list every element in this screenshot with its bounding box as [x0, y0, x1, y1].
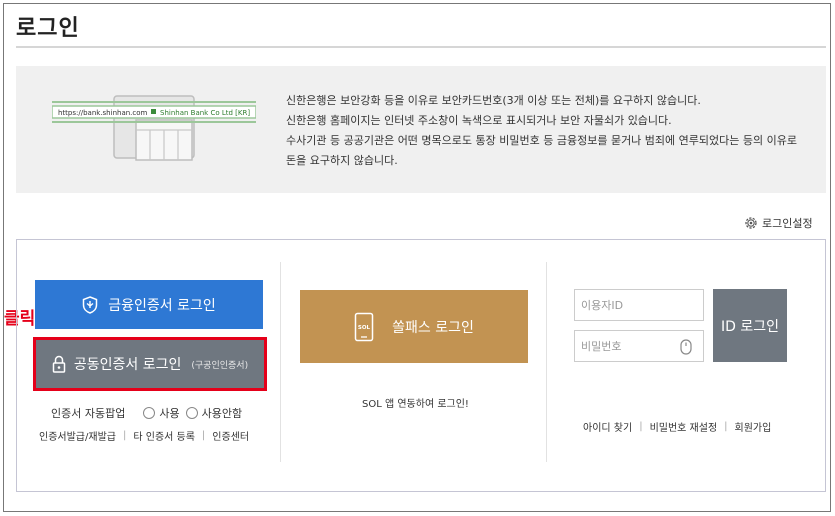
popup-unused-label: 사용안함 [201, 407, 243, 420]
smartphone-icon: SOL [354, 312, 374, 341]
financial-cert-login-button[interactable]: 금융인증서 로그인 [35, 280, 263, 329]
shield-icon [83, 295, 98, 314]
radio-circle-icon [143, 407, 156, 419]
link-separator: | [724, 421, 728, 432]
password-input[interactable]: 비밀번호 [574, 330, 704, 362]
page-title: 로그인 [16, 16, 80, 41]
login-settings-label: 로그인설정 [762, 217, 813, 230]
cert-issue-link[interactable]: 인증서발급/재발급 [39, 428, 116, 443]
login-settings-link[interactable]: 로그인설정 [744, 215, 813, 231]
password-placeholder: 비밀번호 [581, 340, 622, 353]
notice-line: 신한은행 홈페이지는 인터넷 주소창이 녹색으로 표시되거나 보안 자물쇠가 있… [286, 114, 672, 127]
cert-auto-popup-label: 인증서 자동팝업 [51, 407, 126, 420]
sol-icon-text: SOL [358, 325, 371, 331]
popup-use-label: 사용 [159, 407, 180, 420]
link-separator: | [122, 430, 127, 441]
sign-up-link[interactable]: 회원가입 [735, 419, 772, 434]
notice-line: 신한은행은 보안강화 등을 이유로 보안카드번호(3개 이상 또는 전체)를 요… [286, 94, 701, 107]
joint-cert-login-label: 공동인증서 로그인 [73, 357, 182, 373]
login-panel: 금융인증서 로그인 공동인증서 로그인 (구공인인증서) 인증서 자동팝업 사용… [16, 239, 826, 492]
popup-unused-radio[interactable]: 사용안함 [185, 405, 243, 421]
joint-cert-login-button[interactable]: 공동인증서 로그인 (구공인인증서) [33, 337, 267, 391]
cert-center-link[interactable]: 인증센터 [212, 428, 249, 443]
radio-circle-icon [185, 407, 198, 419]
sol-caption: SOL 앱 연동하여 로그인! [362, 399, 469, 410]
security-notice: https://bank.shinhan.com Shinhan Bank Co… [16, 66, 826, 193]
popup-use-radio[interactable]: 사용 [143, 405, 180, 421]
joint-cert-sub-label: (구공인인증서) [191, 360, 249, 371]
browser-cert-text: Shinhan Bank Co Ltd [KR] [160, 109, 250, 117]
id-login-button[interactable]: ID 로그인 [713, 289, 787, 362]
cert-auto-popup: 인증서 자동팝업 사용 사용안함 [51, 405, 242, 421]
user-id-input[interactable]: 이용자ID [574, 289, 704, 321]
browser-url-text: https://bank.shinhan.com [58, 109, 148, 117]
solpass-login-label: 쏠패스 로그인 [392, 319, 474, 336]
cert-links: 인증서발급/재발급 | 타 인증서 등록 | 인증센터 [39, 428, 249, 443]
other-cert-register-link[interactable]: 타 인증서 등록 [133, 428, 195, 443]
id-login-label: ID 로그인 [721, 318, 779, 335]
browser-security-illustration: https://bank.shinhan.com Shinhan Bank Co… [52, 95, 256, 161]
financial-cert-login-label: 금융인증서 로그인 [108, 297, 216, 314]
title-divider [16, 46, 826, 48]
panel-divider [280, 262, 281, 462]
gear-icon [745, 217, 757, 229]
notice-line: 수사기관 등 공공기관은 어떤 명목으로도 통장 비밀번호 등 금융정보를 묻거… [286, 134, 797, 167]
reset-password-link[interactable]: 비밀번호 재설정 [650, 419, 718, 434]
id-links: 아이디 찾기 | 비밀번호 재설정 | 회원가입 [583, 419, 771, 434]
link-separator: | [639, 421, 643, 432]
link-separator: | [201, 430, 206, 441]
mouse-icon[interactable] [680, 339, 692, 355]
solpass-login-button[interactable]: SOL 쏠패스 로그인 [300, 290, 528, 363]
lock-icon [52, 355, 66, 373]
find-id-link[interactable]: 아이디 찾기 [583, 419, 632, 434]
panel-divider [546, 262, 547, 462]
notice-text: 신한은행은 보안강화 등을 이유로 보안카드번호(3개 이상 또는 전체)를 요… [286, 91, 806, 171]
